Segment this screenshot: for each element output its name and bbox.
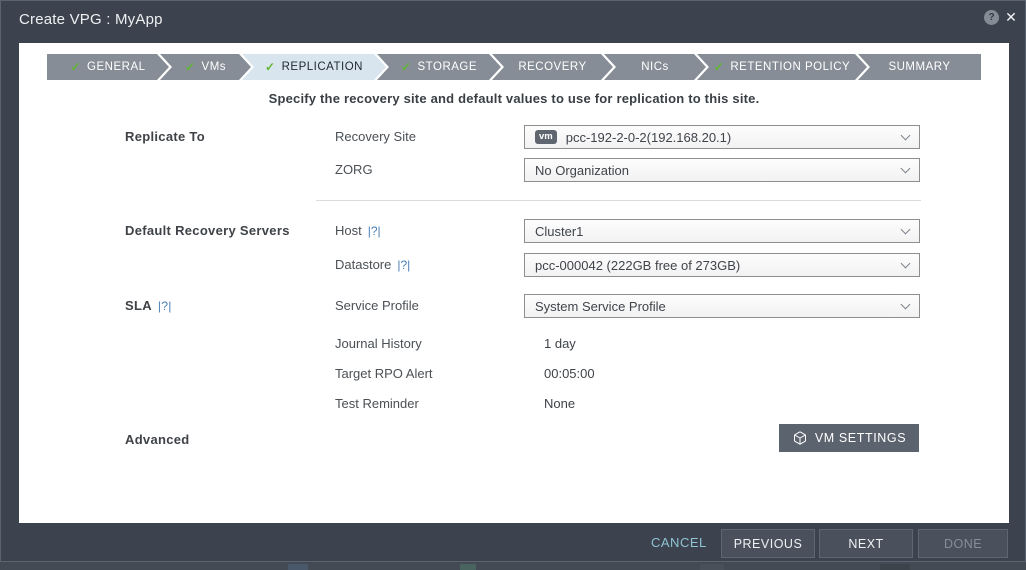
check-icon: ✓	[70, 60, 81, 74]
cancel-button[interactable]: CANCEL	[651, 523, 707, 563]
section-divider	[316, 200, 921, 201]
recovery-site-label: Recovery Site	[335, 125, 416, 149]
chevron-down-icon	[901, 258, 911, 268]
help-icon[interactable]: ?	[984, 10, 999, 25]
chevron-down-icon	[901, 163, 911, 173]
section-label-sla: SLA|?|	[125, 294, 172, 318]
journal-history-label: Journal History	[335, 332, 422, 356]
service-profile-value: System Service Profile	[535, 299, 902, 314]
datastore-label: Datastore|?|	[335, 253, 410, 277]
chevron-down-icon	[901, 224, 911, 234]
zorg-select[interactable]: No Organization	[524, 158, 920, 182]
wizard-step-label: REPLICATION	[282, 61, 363, 73]
target-rpo-alert-value: 00:05:00	[544, 362, 595, 386]
create-vpg-dialog: Create VPG : MyApp ? ✕ ✓ GENERAL ✓ VMs ✓…	[0, 0, 1026, 562]
recovery-site-select[interactable]: vm pcc-192-2-0-2(192.168.20.1)	[524, 125, 920, 149]
host-help-link[interactable]: |?|	[368, 224, 381, 238]
wizard-step-label: GENERAL	[87, 61, 145, 73]
wizard-step-summary[interactable]: SUMMARY	[858, 54, 981, 80]
wizard-step-label: VMs	[202, 61, 227, 73]
service-profile-label: Service Profile	[335, 294, 419, 318]
done-button[interactable]: DONE	[918, 529, 1008, 558]
sla-help-link[interactable]: |?|	[158, 299, 172, 313]
datastore-value: pcc-000042 (222GB free of 273GB)	[535, 258, 902, 273]
step-instruction: Specify the recovery site and default va…	[19, 91, 1009, 106]
test-reminder-value: None	[544, 392, 575, 416]
journal-history-value: 1 day	[544, 332, 576, 356]
wizard-step-label: STORAGE	[418, 61, 478, 73]
service-profile-select[interactable]: System Service Profile	[524, 294, 920, 318]
vm-icon: vm	[535, 130, 557, 144]
datastore-select[interactable]: pcc-000042 (222GB free of 273GB)	[524, 253, 920, 277]
wizard-step-replication[interactable]: ✓ REPLICATION	[242, 54, 386, 80]
chevron-down-icon	[901, 299, 911, 309]
zorg-value: No Organization	[535, 163, 902, 178]
host-label: Host|?|	[335, 219, 381, 243]
target-rpo-alert-label: Target RPO Alert	[335, 362, 433, 386]
wizard-step-retention-policy[interactable]: ✓ RETENTION POLICY	[697, 54, 867, 80]
section-label-advanced: Advanced	[125, 428, 190, 452]
wizard-step-nics[interactable]: NICs	[604, 54, 706, 80]
wizard-steps: ✓ GENERAL ✓ VMs ✓ REPLICATION ✓ STORAGE …	[47, 54, 981, 80]
host-value: Cluster1	[535, 224, 902, 239]
wizard-step-label: NICs	[641, 61, 669, 73]
wizard-step-label: RETENTION POLICY	[730, 61, 850, 73]
wizard-step-general[interactable]: ✓ GENERAL	[47, 54, 169, 80]
check-icon: ✓	[714, 60, 725, 74]
wizard-step-recovery[interactable]: RECOVERY	[492, 54, 613, 80]
section-label-replicate-to: Replicate To	[125, 125, 205, 149]
dialog-titlebar: Create VPG : MyApp ? ✕	[1, 1, 1025, 39]
vm-settings-button[interactable]: VM SETTINGS	[779, 424, 919, 452]
wizard-step-vms[interactable]: ✓ VMs	[160, 54, 251, 80]
check-icon: ✓	[401, 60, 412, 74]
dialog-title: Create VPG : MyApp	[19, 11, 163, 28]
recovery-site-value: pcc-192-2-0-2(192.168.20.1)	[566, 130, 902, 145]
background-page-strip	[0, 562, 1026, 570]
next-button[interactable]: NEXT	[819, 529, 913, 558]
wizard-step-label: SUMMARY	[888, 61, 950, 73]
dialog-footer: CANCEL PREVIOUS NEXT DONE	[1, 523, 1026, 563]
chevron-down-icon	[901, 130, 911, 140]
host-select[interactable]: Cluster1	[524, 219, 920, 243]
close-icon[interactable]: ✕	[1002, 8, 1020, 26]
zorg-label: ZORG	[335, 158, 373, 182]
cube-icon	[792, 430, 808, 446]
datastore-help-link[interactable]: |?|	[397, 258, 410, 272]
check-icon: ✓	[265, 60, 276, 74]
vm-settings-label: VM SETTINGS	[815, 431, 906, 445]
wizard-step-label: RECOVERY	[518, 61, 586, 73]
previous-button[interactable]: PREVIOUS	[721, 529, 815, 558]
wizard-step-storage[interactable]: ✓ STORAGE	[377, 54, 501, 80]
dialog-content: ✓ GENERAL ✓ VMs ✓ REPLICATION ✓ STORAGE …	[19, 43, 1009, 523]
section-label-default-recovery-servers: Default Recovery Servers	[125, 219, 290, 243]
test-reminder-label: Test Reminder	[335, 392, 419, 416]
check-icon: ✓	[185, 60, 196, 74]
